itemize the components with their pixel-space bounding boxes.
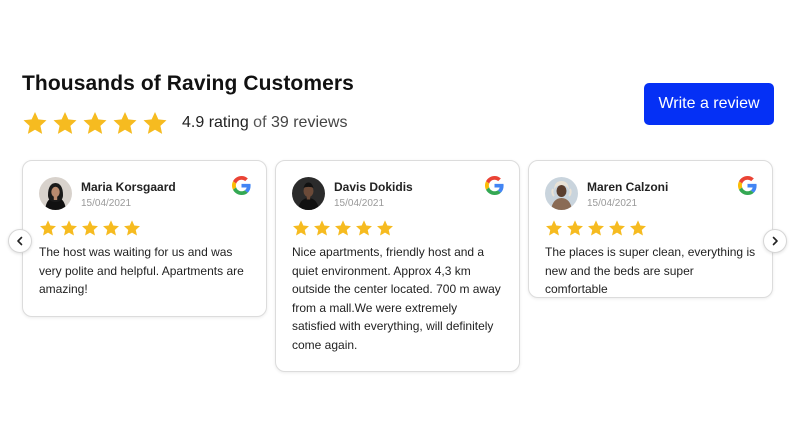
star-icon [334, 219, 352, 237]
review-date: 15/04/2021 [334, 198, 385, 209]
star-icon [123, 219, 141, 237]
review-card: Davis Dokidis 15/04/2021 Nice apartments… [275, 160, 520, 372]
star-icon [566, 219, 584, 237]
rating-value: 4.9 rating [182, 114, 249, 131]
review-text: Nice apartments, friendly host and a qui… [292, 245, 501, 352]
google-icon [738, 176, 757, 195]
chevron-left-icon [17, 236, 23, 246]
star-icon [376, 219, 394, 237]
review-header: Maren Calzoni 15/04/2021 [545, 177, 756, 211]
star-icon [608, 219, 626, 237]
rating-summary: 4.9 rating of 39 reviews [22, 110, 347, 136]
star-icon [545, 219, 563, 237]
star-icon [112, 110, 138, 136]
write-review-button[interactable]: Write a review [644, 83, 774, 125]
review-date: 15/04/2021 [81, 198, 132, 209]
rating-text: 4.9 rating of 39 reviews [182, 114, 347, 132]
carousel-next-button[interactable] [763, 229, 787, 253]
review-header: Davis Dokidis 15/04/2021 [292, 177, 503, 211]
star-icon [629, 219, 647, 237]
author-name: Maren Calzoni [587, 180, 669, 194]
star-icon [292, 219, 310, 237]
review-date: 15/04/2021 [587, 198, 638, 209]
star-icon [52, 110, 78, 136]
google-icon [232, 176, 251, 195]
star-icon [82, 110, 108, 136]
review-card: Maren Calzoni 15/04/2021 The places is s… [528, 160, 773, 298]
google-icon [485, 176, 504, 195]
carousel-prev-button[interactable] [8, 229, 32, 253]
star-icon [313, 219, 331, 237]
author-name: Davis Dokidis [334, 180, 413, 194]
author-name: Maria Korsgaard [81, 180, 176, 194]
star-icon [102, 219, 120, 237]
review-stars [545, 219, 756, 237]
review-stars [292, 219, 503, 237]
star-icon [355, 219, 373, 237]
star-icon [60, 219, 78, 237]
avatar [292, 177, 325, 210]
review-card: Maria Korsgaard 15/04/2021 The host was … [22, 160, 267, 317]
rating-stars [22, 110, 168, 136]
star-icon [39, 219, 57, 237]
star-icon [81, 219, 99, 237]
avatar [39, 177, 72, 210]
review-count: 39 reviews [270, 114, 348, 131]
avatar [545, 177, 578, 210]
star-icon [587, 219, 605, 237]
page-title: Thousands of Raving Customers [22, 72, 354, 95]
review-text: The host was waiting for us and was very… [39, 245, 244, 296]
chevron-right-icon [772, 236, 778, 246]
review-stars [39, 219, 250, 237]
review-header: Maria Korsgaard 15/04/2021 [39, 177, 250, 211]
star-icon [142, 110, 168, 136]
review-text: The places is super clean, everything is… [545, 245, 756, 296]
star-icon [22, 110, 48, 136]
rating-of: of [253, 114, 267, 131]
